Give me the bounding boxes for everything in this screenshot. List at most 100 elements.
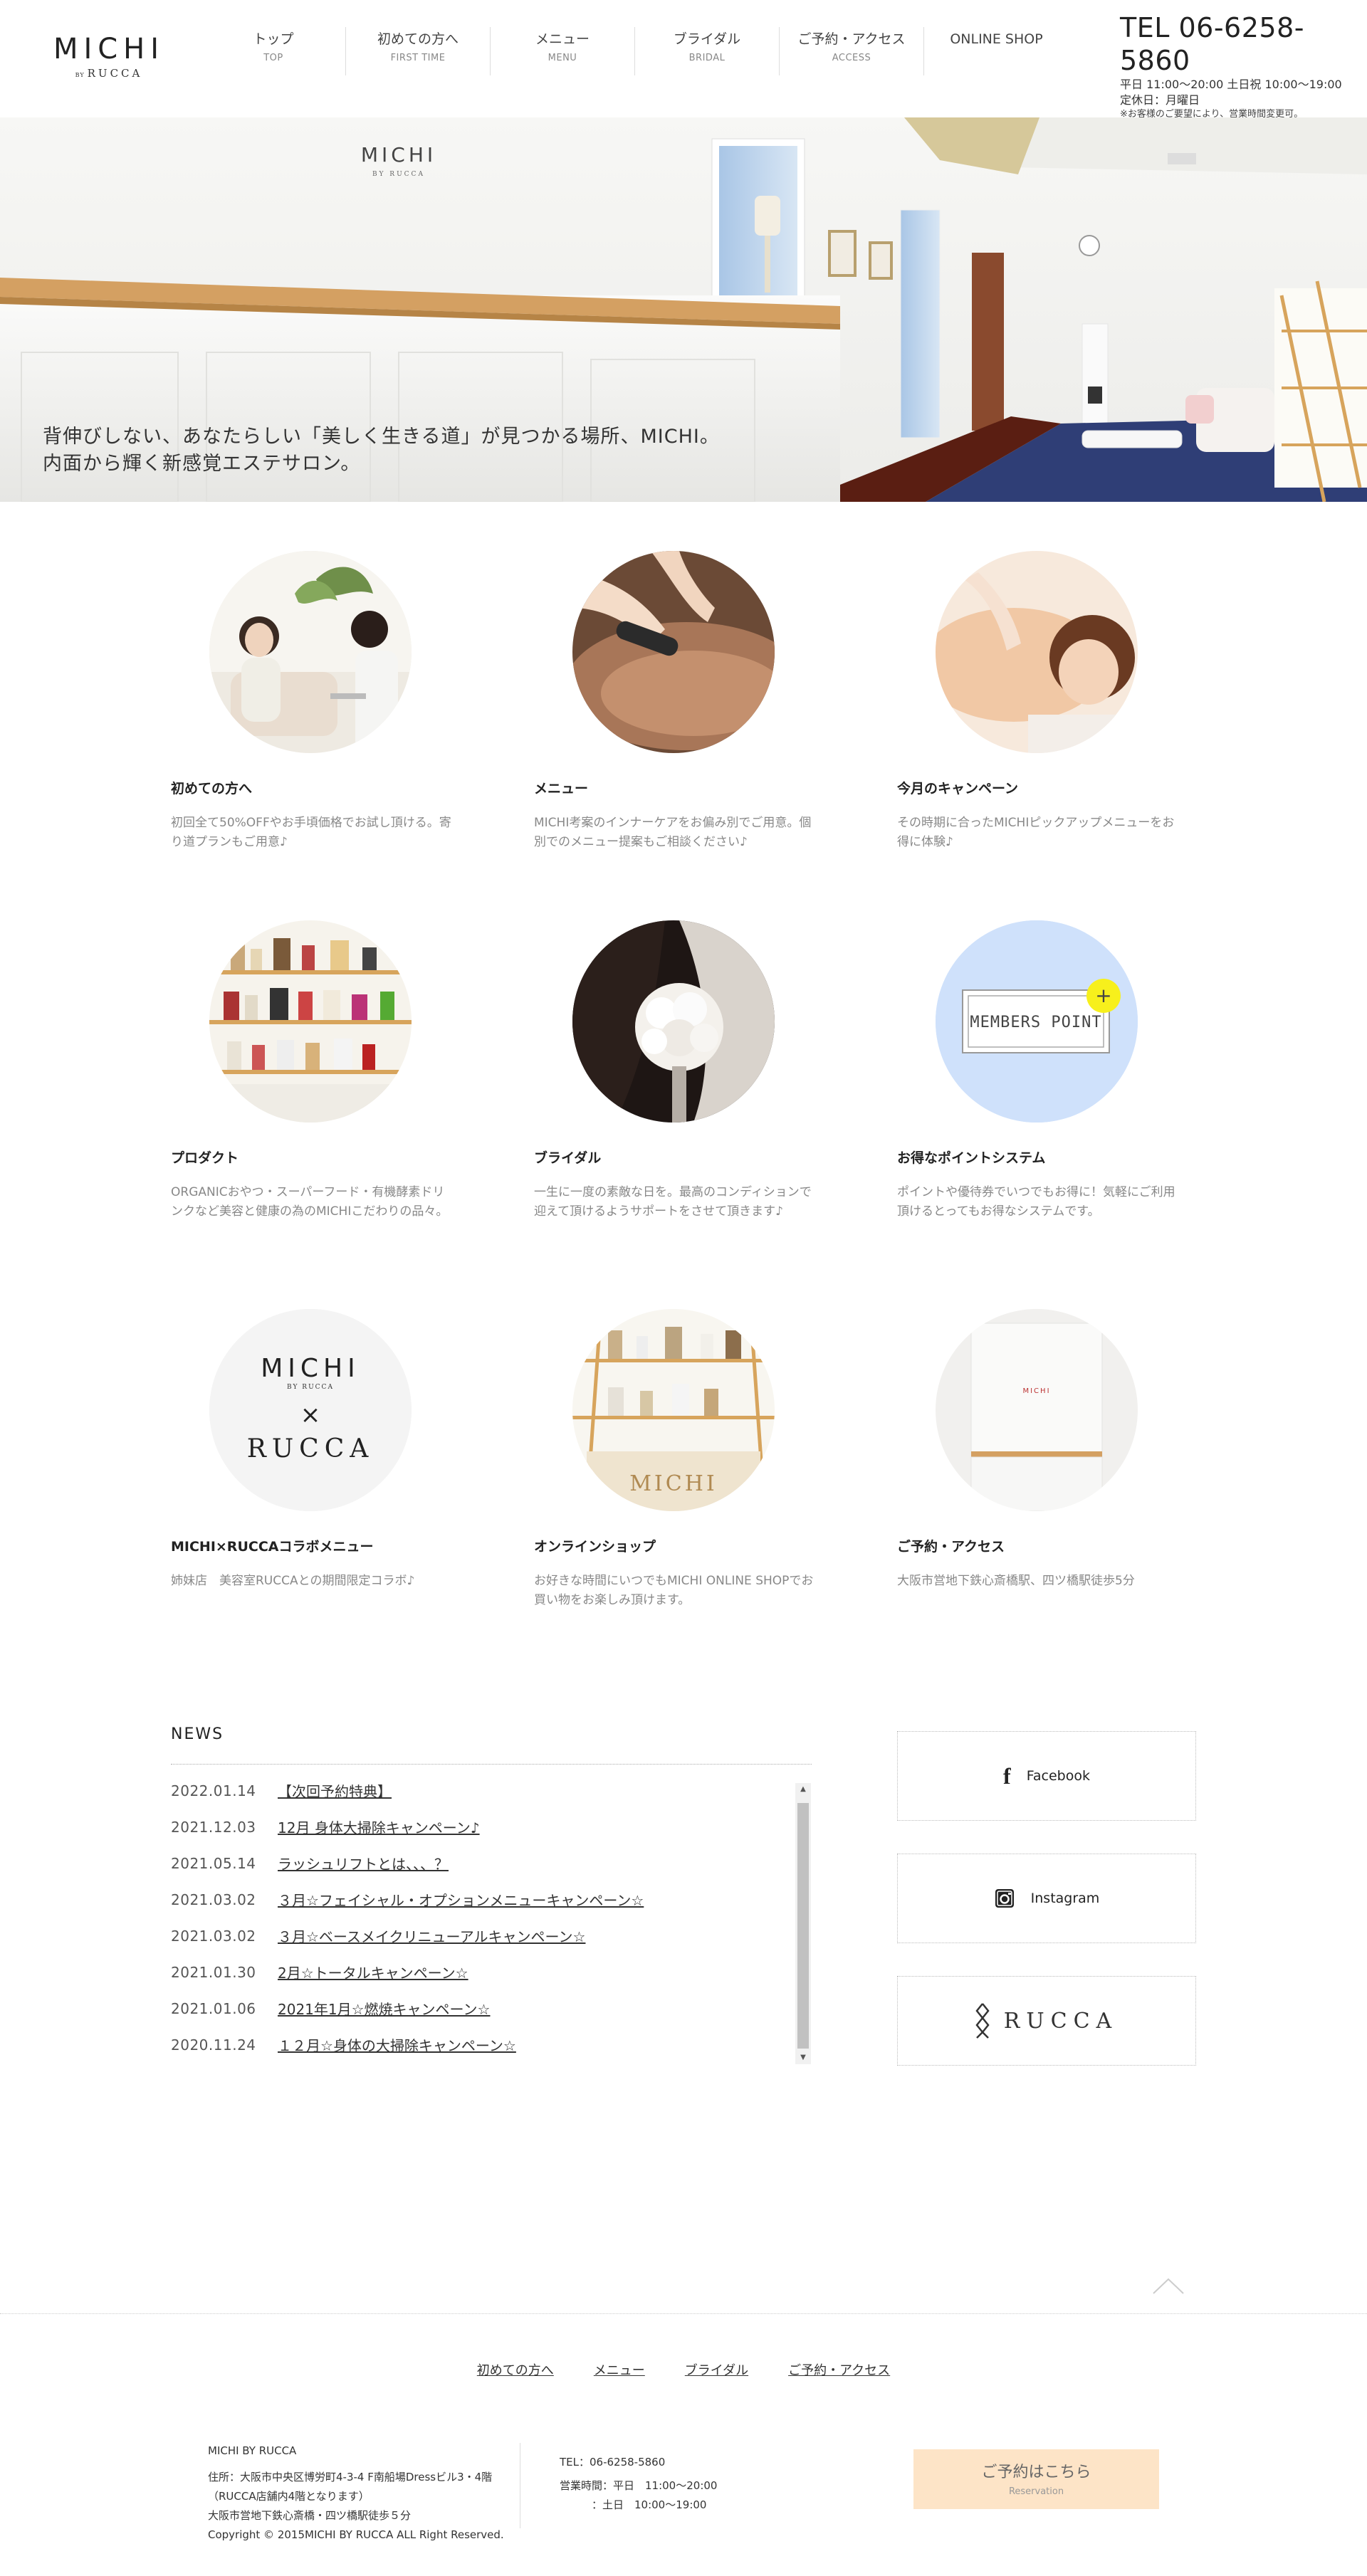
scroll-down-arrow-icon[interactable]: ▼ bbox=[795, 2051, 811, 2064]
news-link[interactable]: １２月☆身体の大掃除キャンペーン☆ bbox=[278, 2034, 516, 2055]
plus-icon: + bbox=[1095, 984, 1111, 1007]
nav-online-shop[interactable]: ONLINE SHOP bbox=[924, 27, 1069, 75]
first-time-photo[interactable] bbox=[209, 551, 412, 753]
instagram-button[interactable]: Instagram bbox=[897, 1854, 1196, 1943]
news-heading: NEWS bbox=[171, 1725, 224, 1743]
grid-bridal[interactable]: ブライダル 一生に一度の素敵な日を。最高のコンディションで迎えて頂けるようサポー… bbox=[534, 920, 819, 1221]
reservation-sublabel: Reservation bbox=[1008, 2486, 1064, 2497]
news-link[interactable]: 2月☆トータルキャンペーン☆ bbox=[278, 1962, 468, 1982]
online-shop-sign: MICHI bbox=[629, 1471, 718, 1496]
grid-title[interactable]: ブライダル bbox=[534, 1149, 819, 1167]
grid-title[interactable]: メニュー bbox=[534, 779, 819, 798]
scroll-up-arrow-icon[interactable]: ▲ bbox=[795, 1783, 811, 1796]
grid-desc: MICHI考案のインナーケアをお偏み別でご用意。個別でのメニュー提案もご相談くだ… bbox=[534, 816, 812, 849]
site-logo[interactable]: MICHI BY RUCCA bbox=[48, 33, 169, 80]
news-item: 2021.03.02 ３月☆フェイシャル・オプションメニューキャンペーン☆ bbox=[171, 1881, 795, 1918]
news-item: 2021.12.03 12月 身体大掃除キャンペーン♪ bbox=[171, 1809, 795, 1845]
grid-title[interactable]: プロダクト bbox=[171, 1149, 456, 1167]
footer-hours-2: ：土日 10:00〜19:00 bbox=[560, 2498, 707, 2511]
footer-company-info: MICHI BY RUCCA 住所：大阪市中央区博労町4-3-4 F南船場Dre… bbox=[208, 2441, 504, 2545]
footer-nav: 初めての方へ メニュー ブライダル ご予約・アクセス bbox=[0, 2360, 1367, 2379]
news-link[interactable]: 12月 身体大掃除キャンペーン♪ bbox=[278, 1817, 480, 1837]
footer-link-access[interactable]: ご予約・アクセス bbox=[788, 2360, 890, 2379]
members-point-badge[interactable]: MEMBERS POINT + bbox=[936, 920, 1138, 1123]
grid-online-shop[interactable]: MICHI オンラインショップ お好きな時間にいつでもMICHI ONLINE … bbox=[534, 1309, 819, 1610]
logo-main: MICHI bbox=[53, 33, 165, 65]
bridal-photo[interactable] bbox=[572, 920, 775, 1123]
grid-first-time[interactable]: 初めての方へ 初回全て50%OFFやお手頃価格でお試し頂ける。寄り道プランもご用… bbox=[171, 551, 456, 852]
footer-address-3: 大阪市営地下鉄心斎橋・四ツ橋駅徒歩５分 bbox=[208, 2509, 412, 2522]
instagram-icon bbox=[994, 1888, 1015, 1909]
nav-first-time[interactable]: 初めての方へ FIRST TIME bbox=[346, 27, 491, 75]
hero-copy-line-2: 内面から輝く新感覚エステサロン。 bbox=[43, 453, 361, 475]
nav-bridal[interactable]: ブライダル BRIDAL bbox=[635, 27, 780, 75]
access-photo[interactable]: MICHI bbox=[936, 1309, 1138, 1511]
footer-link-first-time[interactable]: 初めての方へ bbox=[477, 2360, 554, 2379]
news-link[interactable]: ３月☆ベースメイクリニューアルキャンペーン☆ bbox=[278, 1925, 585, 1946]
news-scrollbar[interactable]: ▲ ▼ bbox=[795, 1783, 811, 2064]
grid-title[interactable]: 初めての方へ bbox=[171, 779, 456, 798]
news-link[interactable]: 【次回予約特典】 bbox=[278, 1780, 392, 1801]
grid-access[interactable]: MICHI ご予約・アクセス 大阪市営地下鉄心斎橋駅、四ツ橋駅徒歩5分 bbox=[897, 1309, 1182, 1591]
logo-sub: BY RUCCA bbox=[75, 67, 143, 80]
reservation-button[interactable]: ご予約はこちら Reservation bbox=[913, 2449, 1159, 2509]
online-shop-photo[interactable]: MICHI bbox=[572, 1309, 775, 1511]
grid-title[interactable]: 今月のキャンペーン bbox=[897, 779, 1182, 798]
facebook-label: Facebook bbox=[1026, 1768, 1090, 1784]
footer-link-bridal[interactable]: ブライダル bbox=[685, 2360, 748, 2379]
collab-logo[interactable]: MICHI BY RUCCA × RUCCA bbox=[209, 1309, 412, 1511]
news-divider bbox=[171, 1764, 812, 1765]
campaign-photo[interactable] bbox=[936, 551, 1138, 753]
grid-title[interactable]: ご予約・アクセス bbox=[897, 1537, 1182, 1556]
hero-copy-line-1: 背伸びしない、あなたらしい「美しく生きる道」が見つかる場所、MICHI。 bbox=[43, 426, 720, 448]
footer-divider bbox=[0, 2313, 1367, 2314]
site-header: MICHI BY RUCCA トップ TOP 初めての方へ FIRST TIME メニ… bbox=[0, 0, 1367, 120]
members-point-text: MEMBERS POINT bbox=[970, 1014, 1101, 1031]
news-link[interactable]: 2021年1月☆燃焼キャンペーン☆ bbox=[278, 1998, 490, 2019]
footer-link-menu[interactable]: メニュー bbox=[594, 2360, 645, 2379]
grid-title[interactable]: オンラインショップ bbox=[534, 1537, 819, 1556]
collab-cross: × bbox=[300, 1401, 321, 1429]
menu-photo[interactable] bbox=[572, 551, 775, 753]
grid-title[interactable]: お得なポイントシステム bbox=[897, 1149, 1182, 1167]
grid-points[interactable]: MEMBERS POINT + お得なポイントシステム ポイントや優待券でいつで… bbox=[897, 920, 1182, 1221]
global-nav: トップ TOP 初めての方へ FIRST TIME メニュー MENU ブライダル BR… bbox=[201, 27, 1069, 75]
nav-access[interactable]: ご予約・アクセス ACCESS bbox=[780, 27, 924, 75]
news-item: 2020.11.24 １２月☆身体の大掃除キャンペーン☆ bbox=[171, 2026, 795, 2063]
grid-desc: 姉妹店 美容室RUCCAとの期間限定コラボ♪ bbox=[171, 1574, 415, 1588]
instagram-label: Instagram bbox=[1030, 1891, 1100, 1906]
nav-top[interactable]: トップ TOP bbox=[201, 27, 346, 75]
grid-desc: その時期に合ったMICHIピックアップメニューをお得に体験♪ bbox=[897, 816, 1175, 849]
grid-title[interactable]: MICHI×RUCCAコラボメニュー bbox=[171, 1537, 456, 1556]
facebook-button[interactable]: f Facebook bbox=[897, 1731, 1196, 1821]
rucca-button[interactable]: RUCCA bbox=[897, 1976, 1196, 2066]
footer-contact: TEL：06-6258-5860 営業時間：平日 11:00〜20:00 ：土日… bbox=[560, 2453, 717, 2515]
footer-address-2: （RUCCA店舗内4階となります） bbox=[208, 2490, 370, 2503]
news-link[interactable]: ラッシュリフトとは、、、？ bbox=[278, 1853, 449, 1873]
news-list: 2022.01.14 【次回予約特典】 2021.12.03 12月 身体大掃除キャ… bbox=[171, 1772, 795, 2063]
grid-campaign[interactable]: 今月のキャンペーン その時期に合ったMICHIピックアップメニューをお得に体験♪ bbox=[897, 551, 1182, 852]
grid-desc: 初回全て50%OFFやお手頃価格でお試し頂ける。寄り道プランもご用意♪ bbox=[171, 816, 451, 849]
facebook-icon: f bbox=[1003, 1762, 1011, 1789]
collab-by-rucca: BY RUCCA bbox=[287, 1384, 334, 1391]
rucca-logo: RUCCA bbox=[1003, 2008, 1119, 2034]
contact-info: TEL 06-6258-5860 平日 11:00〜20:00 土日祝 10:0… bbox=[1120, 11, 1362, 121]
scrollbar-thumb[interactable] bbox=[797, 1803, 809, 2049]
grid-menu[interactable]: メニュー MICHI考案のインナーケアをお偏み別でご用意。個別でのメニュー提案も… bbox=[534, 551, 819, 852]
rucca-mark-icon bbox=[975, 2002, 990, 2039]
hero-wall-logo-sub: BY RUCCA bbox=[372, 171, 425, 178]
page-top-chevron-icon[interactable] bbox=[1152, 2275, 1185, 2296]
grid-desc: お好きな時間にいつでもMICHI ONLINE SHOPでお買い物をお楽しみ頂け… bbox=[534, 1574, 814, 1607]
grid-collab[interactable]: MICHI BY RUCCA × RUCCA MICHI×RUCCAコラボメニュ… bbox=[171, 1309, 456, 1591]
footer-tel: TEL：06-6258-5860 bbox=[560, 2456, 666, 2469]
tel-number[interactable]: TEL 06-6258-5860 bbox=[1120, 11, 1362, 77]
nav-menu[interactable]: メニュー MENU bbox=[491, 27, 635, 75]
reservation-label: ご予約はこちら bbox=[981, 2464, 1091, 2481]
news-link[interactable]: ３月☆フェイシャル・オプションメニューキャンペーン☆ bbox=[278, 1889, 644, 1910]
grid-products[interactable]: プロダクト ORGANICおやつ・スーパーフード・有機酵素ドリンクなど美容と健康… bbox=[171, 920, 456, 1221]
news-item: 2021.03.02 ３月☆ベースメイクリニューアルキャンペーン☆ bbox=[171, 1918, 795, 1954]
products-photo[interactable] bbox=[209, 920, 412, 1123]
hero-wall-logo: MICHI bbox=[361, 143, 436, 167]
grid-desc: ORGANICおやつ・スーパーフード・有機酵素ドリンクなど美容と健康の為のMIC… bbox=[171, 1185, 449, 1219]
news-item: 2021.01.06 2021年1月☆燃焼キャンペーン☆ bbox=[171, 1990, 795, 2026]
